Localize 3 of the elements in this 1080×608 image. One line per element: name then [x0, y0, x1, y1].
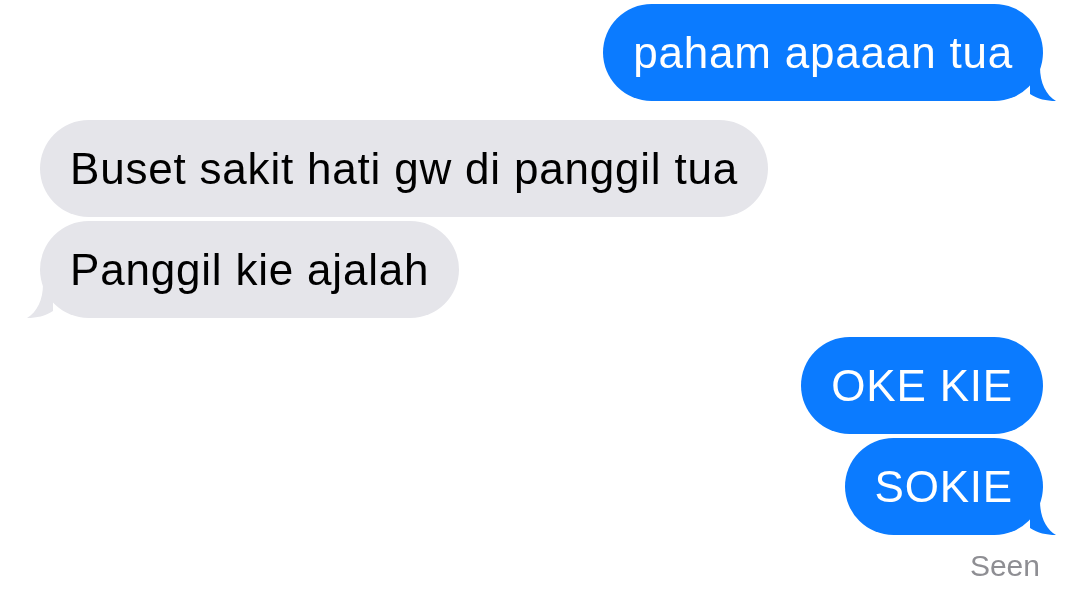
message-bubble: Buset sakit hati gw di panggil tua — [40, 120, 769, 217]
message-bubble: OKE KIE — [801, 337, 1043, 434]
read-receipt: Seen — [969, 549, 1040, 583]
